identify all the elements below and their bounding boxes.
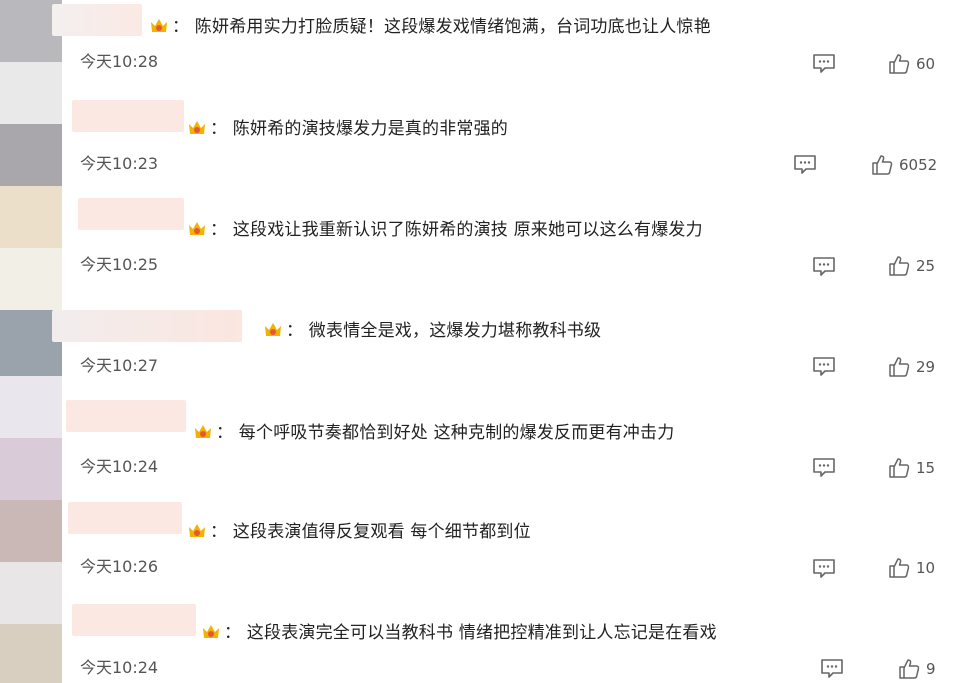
- thumbs-up-icon: [889, 256, 910, 276]
- like-button[interactable]: 29: [888, 356, 935, 378]
- comment-icon[interactable]: [812, 53, 836, 73]
- comment-icon[interactable]: [812, 256, 836, 276]
- avatar[interactable]: [0, 500, 62, 562]
- comment-time: 今天10:27: [80, 356, 159, 375]
- comment-time: 今天10:24: [80, 658, 159, 677]
- avatar[interactable]: [0, 248, 62, 310]
- comment-icon[interactable]: [812, 558, 836, 578]
- thumbs-up-icon: [889, 54, 910, 74]
- like-count: 60: [916, 55, 936, 73]
- like-count: 15: [916, 459, 936, 477]
- like-count: 6052: [899, 156, 938, 174]
- avatar[interactable]: [0, 562, 62, 624]
- comment-text: ： 陈妍希的演技爆发力是真的非常强的: [210, 119, 509, 139]
- comment-icon[interactable]: [812, 457, 836, 477]
- thumbs-up-icon: [899, 659, 920, 679]
- like-count: 25: [916, 257, 936, 275]
- avatar[interactable]: [0, 438, 62, 500]
- avatar[interactable]: [0, 624, 62, 683]
- username-blurred[interactable]: [52, 4, 142, 36]
- crown-badge-icon: [195, 425, 211, 438]
- comment-text: ： 陈妍希用实力打脸质疑！这段爆发戏情绪饱满，台词功底也让人惊艳: [172, 17, 711, 37]
- thumbs-up-icon: [889, 458, 910, 478]
- comment-time: 今天10:24: [80, 457, 159, 476]
- username-blurred[interactable]: [72, 604, 196, 636]
- avatar[interactable]: [0, 376, 62, 438]
- comment-time: 今天10:23: [80, 154, 159, 173]
- username-blurred[interactable]: [78, 198, 184, 230]
- comment-text: ： 这段表演值得反复观看 每个细节都到位: [210, 522, 531, 542]
- thumbs-up-icon: [889, 558, 910, 578]
- username-blurred[interactable]: [68, 502, 182, 534]
- crown-badge-icon: [265, 323, 281, 336]
- comment-text: ： 这段戏让我重新认识了陈妍希的演技 原来她可以这么有爆发力: [210, 220, 703, 240]
- comment-icon[interactable]: [820, 658, 844, 678]
- like-button[interactable]: 9: [898, 658, 936, 680]
- crown-badge-icon: [189, 524, 205, 537]
- comment-text: ： 这段表演完全可以当教科书 情绪把控精准到让人忘记是在看戏: [224, 623, 717, 643]
- avatar[interactable]: [0, 124, 62, 186]
- like-count: 29: [916, 358, 936, 376]
- comment-text: ： 每个呼吸节奏都恰到好处 这种克制的爆发反而更有冲击力: [216, 423, 675, 443]
- comment-time: 今天10:28: [80, 52, 159, 71]
- comment-time: 今天10:26: [80, 557, 159, 576]
- like-button[interactable]: 25: [888, 255, 935, 277]
- thumbs-up-icon: [872, 155, 893, 175]
- like-button[interactable]: 10: [888, 557, 935, 579]
- username-blurred[interactable]: [66, 400, 186, 432]
- crown-badge-icon: [189, 121, 205, 134]
- like-button[interactable]: 60: [888, 53, 935, 75]
- comment-time: 今天10:25: [80, 255, 159, 274]
- like-count: 10: [916, 559, 936, 577]
- thumbs-up-icon: [889, 357, 910, 377]
- username-blurred[interactable]: [72, 100, 184, 132]
- comment-text: ： 微表情全是戏，这爆发力堪称教科书级: [286, 321, 602, 341]
- like-count: 9: [926, 660, 936, 678]
- comment-icon[interactable]: [793, 154, 817, 174]
- like-button[interactable]: 6052: [871, 154, 937, 176]
- like-button[interactable]: 15: [888, 457, 935, 479]
- username-blurred[interactable]: [52, 310, 242, 342]
- avatar[interactable]: [0, 186, 62, 248]
- crown-badge-icon: [189, 222, 205, 235]
- avatar[interactable]: [0, 62, 62, 124]
- crown-badge-icon: [203, 625, 219, 638]
- comment-icon[interactable]: [812, 356, 836, 376]
- crown-badge-icon: [151, 19, 167, 32]
